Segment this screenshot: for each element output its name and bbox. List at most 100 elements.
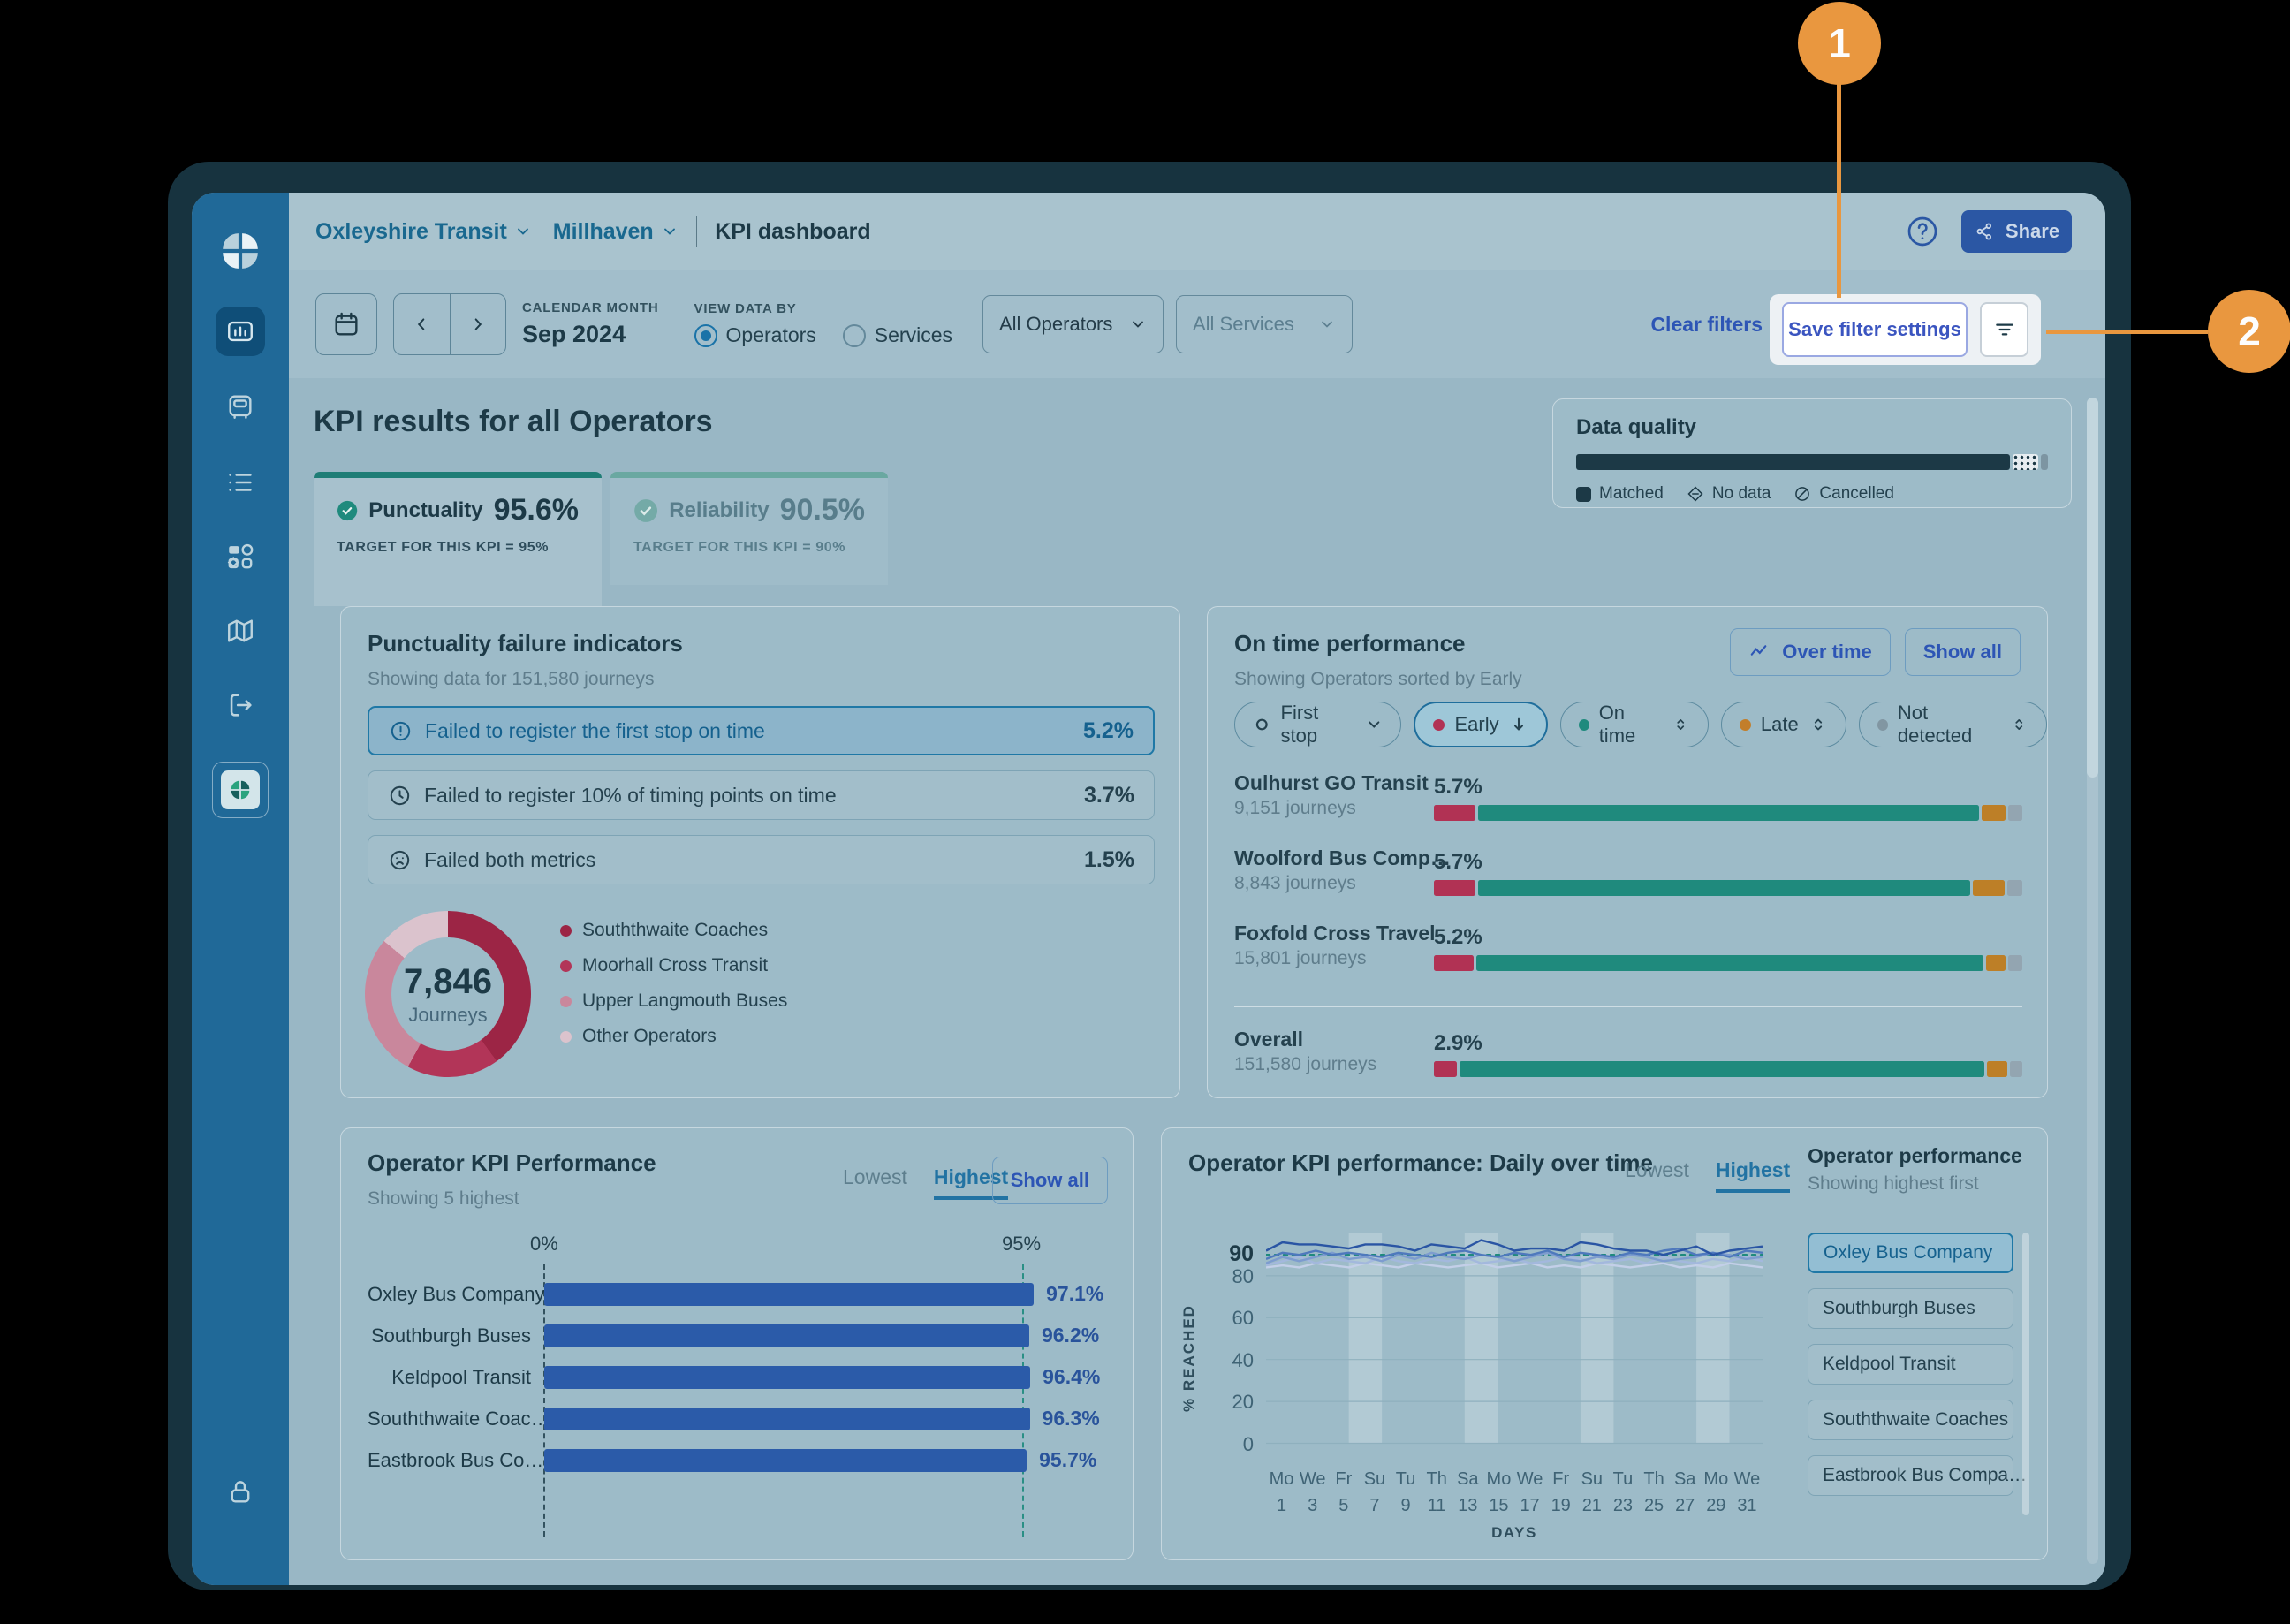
first-stop-chip[interactable]: First stop	[1234, 702, 1401, 747]
daily-line-chart	[1266, 1233, 1763, 1445]
bar-segment	[2008, 805, 2022, 821]
breadcrumb-area[interactable]: Millhaven	[553, 219, 679, 245]
y-tick-label: 60	[1232, 1307, 1254, 1330]
breadcrumb-region[interactable]: Oxleyshire Transit	[315, 219, 532, 245]
late-chip[interactable]: Late	[1721, 702, 1846, 747]
kpi-bar-value: 97.1%	[1046, 1282, 1103, 1306]
save-filter-settings-button[interactable]: Save filter settings	[1782, 302, 1968, 357]
operator-list-item[interactable]: Oxley Bus Company	[1808, 1233, 2013, 1273]
operator-list-item[interactable]: Souththwaite Coaches	[1808, 1400, 2013, 1440]
axis-95-label: 95%	[1002, 1233, 1041, 1256]
daily-performance-card: Operator KPI performance: Daily over tim…	[1161, 1127, 2048, 1560]
over-time-button[interactable]: Over time	[1730, 628, 1891, 676]
operator-journeys: 8,843 journeys	[1234, 873, 1356, 894]
y-tick-label: 40	[1232, 1349, 1254, 1372]
donut-value: 7,846	[404, 962, 492, 1002]
cancelled-icon	[1793, 485, 1811, 503]
chip-label: Late	[1761, 713, 1799, 736]
bar-track: 96.3%	[544, 1407, 1108, 1430]
nav-map-icon[interactable]	[216, 606, 265, 656]
kpi-bar-value: 96.3%	[1043, 1407, 1100, 1430]
operator-list-item[interactable]: Southburgh Buses	[1808, 1288, 2013, 1329]
not-detected-chip[interactable]: Not detected	[1859, 702, 2047, 747]
nav-list-icon[interactable]	[216, 458, 265, 507]
day-name-tick: Mo	[1266, 1469, 1297, 1490]
otp-row-oulhurst: Oulhurst GO Transit 9,151 journeys 5.7%	[1234, 766, 2022, 821]
page-title: KPI dashboard	[715, 219, 870, 245]
otp-show-all-button[interactable]: Show all	[1905, 628, 2021, 676]
day-number-tick: 11	[1422, 1496, 1452, 1516]
callout-2-badge: 2	[2208, 290, 2290, 373]
day-number-tick: 3	[1297, 1496, 1328, 1516]
operator-list-item[interactable]: Eastbrook Bus Compa…	[1808, 1455, 2013, 1496]
lowest-toggle[interactable]: Lowest	[843, 1165, 907, 1200]
nav-analytics-icon[interactable]	[216, 307, 265, 356]
bar-segment	[1434, 1061, 1457, 1077]
donut-center: 7,846 Journeys	[365, 911, 531, 1077]
on-time-chip[interactable]: On time	[1560, 702, 1709, 747]
kpi-show-all-button[interactable]: Show all	[992, 1157, 1108, 1204]
show-all-label: Show all	[1923, 641, 2002, 664]
day-number-tick: 9	[1391, 1496, 1422, 1516]
operators-select[interactable]: All Operators	[982, 295, 1164, 353]
failure-row-value: 1.5%	[1084, 847, 1134, 873]
bar-track: 96.4%	[544, 1365, 1108, 1389]
failure-row-both-metrics[interactable]: Failed both metrics 1.5%	[368, 835, 1155, 884]
nav-vehicle-icon[interactable]	[216, 382, 265, 431]
share-button[interactable]: Share	[1961, 210, 2072, 253]
kpi-card-title: Operator KPI Performance	[368, 1150, 656, 1177]
nav-categories-icon[interactable]	[216, 532, 265, 581]
calendar-button[interactable]	[315, 293, 377, 355]
early-percent: 2.9%	[1434, 1031, 1482, 1056]
operators-radio[interactable]: Operators	[694, 323, 816, 347]
services-select[interactable]: All Services	[1176, 295, 1353, 353]
clear-filters-link[interactable]: Clear filters	[1650, 313, 1763, 337]
filter-settings-button[interactable]	[1980, 302, 2028, 357]
partner-app-button[interactable]	[212, 762, 269, 818]
filter-bar: CALENDAR MONTH Sep 2024 VIEW DATA BY Ope…	[289, 270, 2105, 378]
bar-segment	[1973, 880, 2004, 896]
day-number-tick: 13	[1452, 1496, 1483, 1516]
daily-lowest-toggle[interactable]: Lowest	[1625, 1158, 1689, 1193]
lock-icon[interactable]	[216, 1467, 265, 1516]
operator-list-scrollbar[interactable]	[2022, 1233, 2029, 1515]
kpi-bar	[544, 1449, 1027, 1472]
otp-row-woolford: Woolford Bus Comp… 8,843 journeys 5.7%	[1234, 841, 2022, 896]
operator-label: Oxley Bus Company	[368, 1283, 531, 1306]
otp-subtitle: Showing Operators sorted by Early	[1234, 669, 1522, 690]
services-radio[interactable]: Services	[843, 323, 952, 347]
operators-radio-label: Operators	[726, 323, 816, 347]
operator-list-item[interactable]: Keldpool Transit	[1808, 1344, 2013, 1385]
early-chip[interactable]: Early	[1414, 702, 1547, 747]
operator-kpi-card: Operator KPI Performance Showing 5 highe…	[340, 1127, 1134, 1560]
on-time-dot-icon	[1579, 719, 1589, 731]
failure-card-subtitle: Showing data for 151,580 journeys	[368, 669, 655, 690]
tab-reliability[interactable]: Reliability 90.5% TARGET FOR THIS KPI = …	[610, 472, 888, 585]
help-button[interactable]	[1903, 212, 1942, 251]
next-month-button[interactable]	[451, 294, 506, 354]
app-logo-icon	[219, 230, 262, 272]
app-window: Oxleyshire Transit Millhaven KPI dashboa…	[192, 193, 2105, 1585]
day-number-tick: 29	[1701, 1496, 1732, 1516]
chevron-down-icon	[1318, 315, 1336, 333]
legend-item-cancelled: Cancelled	[1793, 484, 1894, 504]
kpi-bar-value: 95.7%	[1039, 1448, 1096, 1472]
failure-row-first-stop[interactable]: Failed to register the first stop on tim…	[368, 706, 1155, 755]
operator-journeys: 15,801 journeys	[1234, 948, 1366, 969]
kpi-bar	[544, 1408, 1030, 1430]
day-number-tick: 23	[1607, 1496, 1638, 1516]
legend-label: Souththwaite Coaches	[582, 920, 768, 941]
failure-row-timing-points[interactable]: Failed to register 10% of timing points …	[368, 770, 1155, 820]
daily-highest-toggle[interactable]: Highest	[1716, 1158, 1790, 1193]
legend-dot	[560, 996, 572, 1007]
over-time-label: Over time	[1782, 641, 1872, 664]
sidebar	[192, 193, 289, 1585]
bar-segment	[1434, 880, 1475, 896]
bar-track: 97.1%	[544, 1282, 1108, 1306]
prev-month-button[interactable]	[394, 294, 451, 354]
window-scrollbar-thumb[interactable]	[2087, 398, 2098, 778]
bar-segment	[1434, 805, 1475, 821]
tab-punctuality[interactable]: Punctuality 95.6% TARGET FOR THIS KPI = …	[314, 472, 602, 606]
kpi-bar-row: Southburgh Buses96.2%	[368, 1315, 1108, 1356]
nav-logout-icon[interactable]	[216, 680, 265, 730]
